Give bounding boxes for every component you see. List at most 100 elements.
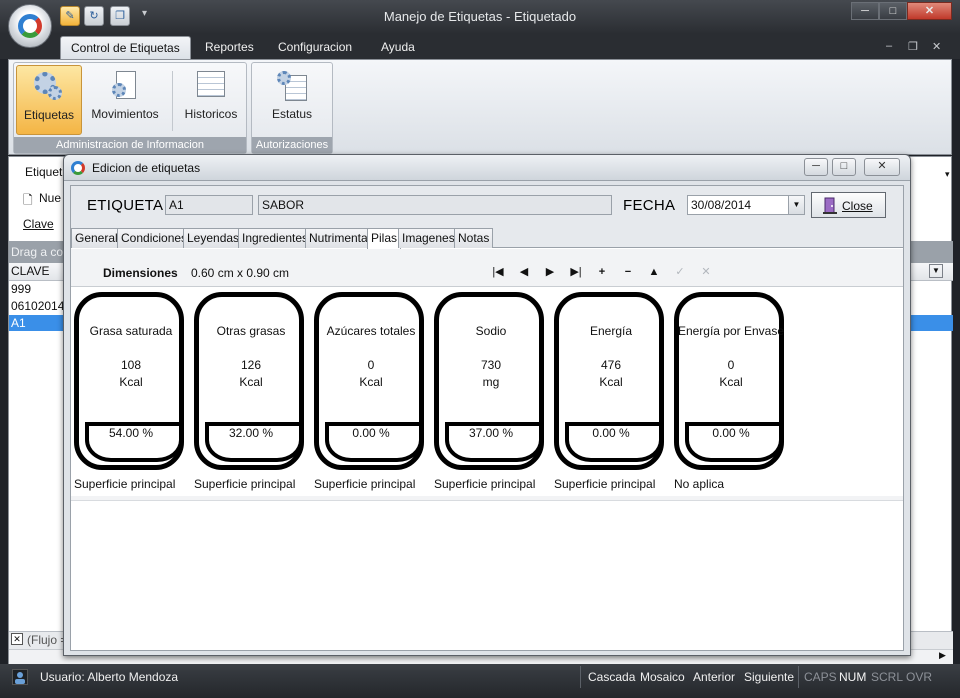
nav-prev-icon[interactable]: ◀ xyxy=(515,263,533,281)
movimientos-button[interactable]: Movimientos xyxy=(86,65,164,135)
column-filter-icon[interactable]: ▼ xyxy=(929,264,943,278)
mdi-restore-button[interactable]: ❐ xyxy=(908,40,918,53)
app-title-bar: ✎ ↻ ❐ ▾ Manejo de Etiquetas - Etiquetado… xyxy=(0,0,960,34)
app-orb-button[interactable] xyxy=(8,4,52,48)
filter-expression: (Flujo = xyxy=(27,633,68,647)
tab-ayuda[interactable]: Ayuda xyxy=(371,36,425,59)
pila-card[interactable]: Energía por Envase 0 Kcal 0.00 % No apli… xyxy=(671,287,791,493)
pila-surface: Superficie principal xyxy=(194,477,296,491)
current-user: Usuario: Alberto Mendoza xyxy=(40,670,179,684)
ribbon-group-label-administracion: Administracion de Informacion xyxy=(14,137,246,153)
door-exit-icon xyxy=(822,197,838,214)
dialog-maximize-button[interactable]: □ xyxy=(832,158,856,176)
pila-surface: Superficie principal xyxy=(554,477,656,491)
background-tab-label[interactable]: Etiquet xyxy=(25,165,62,179)
history-table-icon xyxy=(194,71,228,103)
tab-leyendas[interactable]: Leyendas xyxy=(183,228,244,248)
window-minimize-button[interactable]: ─ xyxy=(851,2,879,20)
nav-delete-icon[interactable]: − xyxy=(619,263,637,281)
tab-imagenes[interactable]: Imagenes xyxy=(398,228,459,248)
new-file-icon[interactable]: 🗋 xyxy=(23,191,33,212)
nav-last-icon[interactable]: ▶| xyxy=(567,263,585,281)
app-title: Manejo de Etiquetas - Etiquetado xyxy=(383,9,577,24)
pilas-cards-strip: Grasa saturada 108 Kcal 54.00 % Superfic… xyxy=(71,287,791,493)
edit-labels-dialog: Edicion de etiquetas ─ □ ✕ ETIQUETA A1 S… xyxy=(63,154,911,656)
window-close-button[interactable]: ✕ xyxy=(907,2,952,20)
pila-card[interactable]: Grasa saturada 108 Kcal 54.00 % Superfic… xyxy=(71,287,191,493)
pila-surface: Superficie principal xyxy=(74,477,176,491)
pilas-cards-area: Grasa saturada 108 Kcal 54.00 % Superfic… xyxy=(71,286,903,496)
estatus-button[interactable]: Estatus xyxy=(256,65,328,135)
column-header-clave[interactable]: CLAVE xyxy=(11,264,49,278)
status-bar: Usuario: Alberto Mendoza Cascada Mosaico… xyxy=(0,664,960,698)
pila-card[interactable]: Sodio 730 mg 37.00 % Superficie principa… xyxy=(431,287,551,493)
ribbon-separator xyxy=(172,71,173,131)
dimensions-label: Dimensiones xyxy=(103,266,178,280)
nav-add-icon[interactable]: + xyxy=(593,263,611,281)
etiqueta-field[interactable]: A1 xyxy=(165,195,253,215)
pila-value: 0 xyxy=(367,358,375,372)
mdi-close-button[interactable]: ✕ xyxy=(932,40,941,53)
tab-condiciones[interactable]: Condiciones xyxy=(117,228,192,248)
tile-button[interactable]: Mosaico xyxy=(640,670,685,684)
nav-confirm-icon[interactable]: ✓ xyxy=(671,263,689,281)
pila-card[interactable]: Azúcares totales 0 Kcal 0.00 % Superfici… xyxy=(311,287,431,493)
nav-edit-icon[interactable]: ▲ xyxy=(645,263,663,281)
pila-card[interactable]: Energía 476 Kcal 0.00 % Superficie princ… xyxy=(551,287,671,493)
grid-row-selected-value: A1 xyxy=(11,316,26,330)
nav-next-icon[interactable]: ▶ xyxy=(541,263,559,281)
pila-name: Energía por Envase xyxy=(677,324,785,338)
next-window-button[interactable]: Siguiente xyxy=(744,670,794,684)
tab-general[interactable]: General xyxy=(71,228,122,248)
fecha-date-picker[interactable]: 30/08/2014 ▼ xyxy=(687,195,805,215)
pila-name: Azúcares totales xyxy=(326,324,416,338)
gears-icon xyxy=(32,72,66,104)
cascade-button[interactable]: Cascada xyxy=(588,670,635,684)
fecha-label: FECHA xyxy=(623,197,676,214)
pila-value: 0 xyxy=(727,358,735,372)
tab-configuracion[interactable]: Configuracion xyxy=(268,36,362,59)
chevron-down-icon[interactable]: ▼ xyxy=(788,196,804,214)
window-maximize-button[interactable]: □ xyxy=(879,2,907,20)
ribbon-group-label-autorizaciones: Autorizaciones xyxy=(252,137,332,153)
clear-filter-icon[interactable]: ✕ xyxy=(11,633,23,645)
nav-cancel-icon[interactable]: ✕ xyxy=(697,263,715,281)
pila-surface: Superficie principal xyxy=(434,477,536,491)
etiquetas-button[interactable]: Etiquetas xyxy=(16,65,82,135)
previous-window-button[interactable]: Anterior xyxy=(693,670,735,684)
pila-name: Grasa saturada xyxy=(89,324,173,338)
tab-notas[interactable]: Notas xyxy=(454,228,494,248)
pilas-empty-area xyxy=(71,500,903,650)
mdi-minimize-button[interactable]: – xyxy=(886,40,892,52)
dialog-title-bar[interactable]: Edicion de etiquetas ─ □ ✕ xyxy=(64,155,910,181)
grid-row[interactable]: 999 xyxy=(11,282,31,296)
dialog-title: Edicion de etiquetas xyxy=(92,161,201,175)
tab-reportes[interactable]: Reportes xyxy=(195,36,264,59)
ribbon-tab-bar: Control de Etiquetas Reportes Configurac… xyxy=(0,34,960,59)
scroll-right-icon[interactable]: ▶ xyxy=(939,650,946,661)
dialog-close-button[interactable]: ✕ xyxy=(864,158,900,176)
historicos-label: Historicos xyxy=(184,107,238,121)
pila-unit: Kcal xyxy=(359,375,383,389)
pila-card[interactable]: Otras grasas 126 Kcal 32.00 % Superficie… xyxy=(191,287,311,493)
close-button[interactable]: Close xyxy=(811,192,886,218)
pila-unit: Kcal xyxy=(239,375,263,389)
tab-nutrimental[interactable]: Nutrimental xyxy=(305,228,375,248)
background-dropdown-icon[interactable]: ▾ xyxy=(945,169,950,180)
dialog-body: ETIQUETA A1 SABOR FECHA 30/08/2014 ▼ Clo… xyxy=(70,185,904,651)
status-separator xyxy=(798,666,799,688)
dialog-minimize-button[interactable]: ─ xyxy=(804,158,828,176)
pila-value: 476 xyxy=(600,358,622,372)
pila-percent: 54.00 % xyxy=(108,426,154,440)
tab-pilas[interactable]: Pilas xyxy=(367,228,402,249)
tab-ingredientes[interactable]: Ingredientes xyxy=(238,228,313,248)
historicos-button[interactable]: Historicos xyxy=(176,65,246,135)
app-logo-icon xyxy=(18,14,42,38)
sabor-field[interactable]: SABOR xyxy=(258,195,612,215)
grid-row[interactable]: 06102014 xyxy=(11,299,64,313)
tab-control-etiquetas[interactable]: Control de Etiquetas xyxy=(60,36,191,59)
nav-first-icon[interactable]: |◀ xyxy=(489,263,507,281)
pila-percent: 32.00 % xyxy=(228,426,274,440)
status-document-icon xyxy=(275,71,309,103)
new-button[interactable]: Nue xyxy=(39,191,61,205)
